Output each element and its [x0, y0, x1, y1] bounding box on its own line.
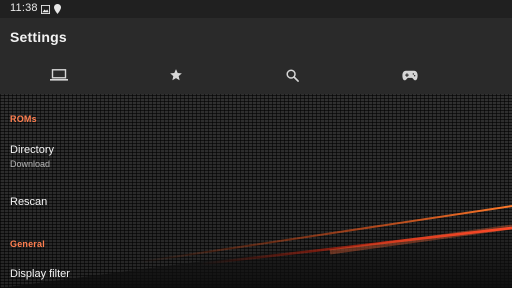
- app-bar: Settings: [0, 18, 512, 56]
- status-icons: [41, 3, 61, 15]
- section-header-roms: ROMs: [10, 114, 37, 124]
- tab-bar: [0, 56, 512, 94]
- status-time: 11:38: [10, 2, 38, 14]
- gamepad-icon: [401, 70, 418, 80]
- tab-laptop[interactable]: [0, 56, 117, 94]
- star-icon: [169, 69, 182, 81]
- location-pin-icon: [54, 4, 61, 14]
- laptop-icon: [49, 69, 68, 81]
- tab-controller[interactable]: [351, 56, 468, 94]
- section-header-general: General: [10, 239, 45, 249]
- preference-title: Display filter: [10, 268, 70, 280]
- preference-rescan[interactable]: Rescan: [0, 184, 512, 218]
- settings-list[interactable]: ROMs Directory Download Rescan General D…: [0, 94, 512, 288]
- preference-title: Directory: [10, 144, 55, 156]
- preference-directory[interactable]: Directory Download: [0, 134, 512, 176]
- tab-favorites[interactable]: [117, 56, 234, 94]
- page-title: Settings: [10, 29, 67, 45]
- preference-display-filter[interactable]: Display filter: [0, 258, 512, 288]
- status-bar: 11:38: [0, 0, 512, 18]
- preference-summary: Download: [10, 159, 51, 169]
- preference-title: Rescan: [10, 196, 48, 208]
- search-icon: [286, 68, 299, 82]
- image-icon: [41, 4, 50, 14]
- tab-search[interactable]: [234, 56, 351, 94]
